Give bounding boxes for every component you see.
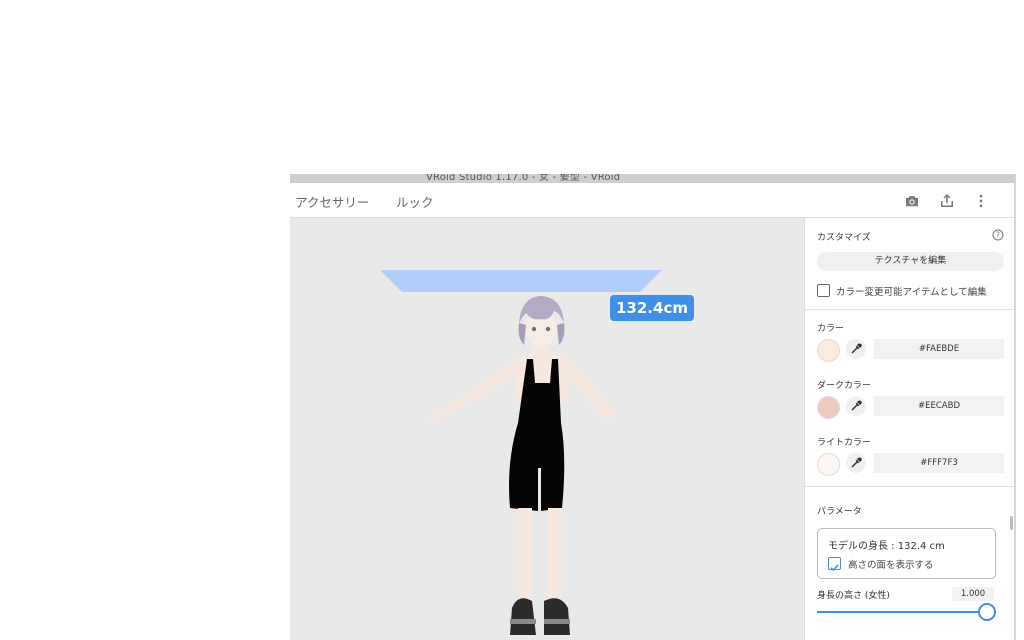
edit-texture-button[interactable]: テクスチャを編集 bbox=[817, 252, 1004, 271]
tab-look[interactable]: ルック bbox=[396, 192, 434, 211]
eyedropper-icon bbox=[851, 343, 862, 354]
avatar-model[interactable] bbox=[420, 283, 680, 640]
model-height-text: モデルの身長 : 132.4 cm bbox=[828, 541, 945, 552]
properties-panel: カスタマイズ ? テクスチャを編集 カラー変更可能アイテムとして編集 カラー #… bbox=[804, 218, 1014, 640]
height-slider-label: 身長の高さ (女性) bbox=[817, 591, 890, 601]
light-color-swatch[interactable] bbox=[817, 453, 840, 476]
light-color-label: ライトカラー bbox=[817, 438, 872, 448]
dark-color-swatch[interactable] bbox=[817, 396, 840, 419]
show-height-plane-checkbox[interactable] bbox=[828, 557, 841, 572]
height-slider-track[interactable] bbox=[817, 611, 987, 613]
model-height-box: モデルの身長 : 132.4 cm 高さの面を表示する bbox=[817, 528, 996, 579]
color-swatch[interactable] bbox=[817, 339, 840, 362]
color-label: カラー bbox=[817, 324, 845, 334]
light-color-hex-field[interactable]: #FFF7F3 bbox=[874, 453, 1004, 473]
more-vert-icon[interactable] bbox=[972, 192, 990, 210]
color-eyedropper-button[interactable] bbox=[846, 339, 866, 359]
divider bbox=[805, 309, 1014, 310]
share-icon[interactable] bbox=[938, 192, 956, 210]
window-titlebar: VRoid Studio 1.17.0 - 女 - 髪型 - VRoid bbox=[290, 174, 1014, 183]
height-slider-thumb[interactable] bbox=[978, 603, 996, 621]
color-changeable-checkbox[interactable] bbox=[817, 284, 830, 297]
window-title: VRoid Studio 1.17.0 - 女 - 髪型 - VRoid bbox=[426, 174, 621, 183]
divider bbox=[805, 486, 1014, 487]
dark-color-label: ダークカラー bbox=[817, 381, 872, 391]
3d-viewport[interactable]: 132.4cm bbox=[290, 218, 804, 640]
color-hex-field[interactable]: #FAEBDE bbox=[874, 339, 1004, 359]
camera-icon[interactable] bbox=[903, 192, 921, 210]
color-changeable-label: カラー変更可能アイテムとして編集 bbox=[836, 287, 987, 298]
app-window: VRoid Studio 1.17.0 - 女 - 髪型 - VRoid アクセ… bbox=[290, 174, 1014, 640]
help-icon[interactable]: ? bbox=[992, 229, 1004, 241]
tab-accessory[interactable]: アクセサリー bbox=[295, 192, 369, 211]
customize-heading: カスタマイズ bbox=[817, 233, 871, 243]
eyedropper-icon bbox=[851, 457, 862, 468]
eyedropper-icon bbox=[851, 400, 862, 411]
height-slider-fill bbox=[817, 611, 987, 613]
checkmark-icon bbox=[830, 564, 839, 572]
height-slider-value[interactable]: 1.000 bbox=[952, 587, 994, 601]
parameters-heading: パラメータ bbox=[817, 507, 862, 517]
show-height-plane-label: 高さの面を表示する bbox=[848, 560, 934, 571]
dark-color-hex-field[interactable]: #EECABD bbox=[874, 396, 1004, 416]
svg-text:?: ? bbox=[996, 231, 1000, 240]
dark-color-eyedropper-button[interactable] bbox=[846, 396, 866, 416]
tab-bar: アクセサリー ルック bbox=[290, 183, 1014, 218]
panel-scrollbar[interactable] bbox=[1010, 516, 1013, 530]
light-color-eyedropper-button[interactable] bbox=[846, 453, 866, 473]
